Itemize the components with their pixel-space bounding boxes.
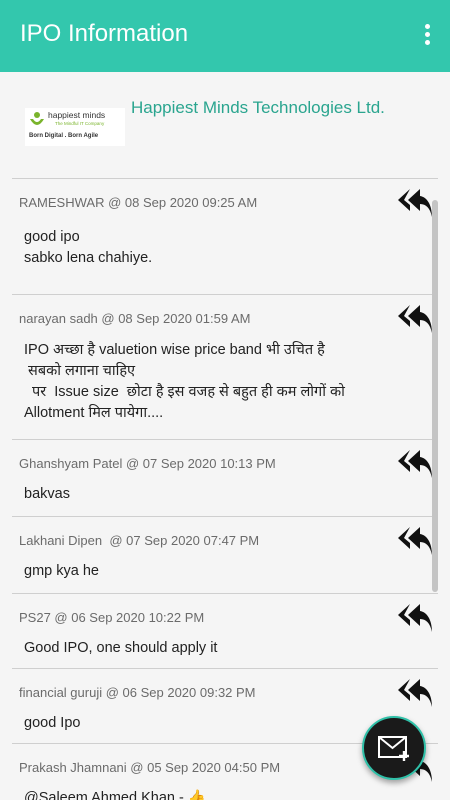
comment-body: Good IPO, one should apply it <box>24 640 218 656</box>
comment-body: IPO अच्छा है valuetion wise price band भ… <box>24 342 345 421</box>
comment-item: PS27 @ 06 Sep 2020 10:22 PM Good IPO, on… <box>12 593 438 668</box>
comment-meta: Ghanshyam Patel @ 07 Sep 2020 10:13 PM <box>19 456 276 471</box>
comment-body: @Saleem Ahmed Khan - 👍 <box>24 790 206 800</box>
comment-body: good Ipo <box>24 715 81 731</box>
reply-icon[interactable] <box>398 677 432 709</box>
comment-meta: PS27 @ 06 Sep 2020 10:22 PM <box>19 610 205 625</box>
comment-meta: financial guruji @ 06 Sep 2020 09:32 PM <box>19 685 256 700</box>
comment-item: RAMESHWAR @ 08 Sep 2020 09:25 AM good ip… <box>12 178 438 294</box>
reply-icon[interactable] <box>398 303 432 335</box>
comment-item: Lakhani Dipen @ 07 Sep 2020 07:47 PM gmp… <box>12 516 438 593</box>
logo-tagline: The Mindful IT Company <box>55 121 105 126</box>
page-title: IPO Information <box>20 20 189 47</box>
app-bar: IPO Information <box>0 0 450 72</box>
company-name: Happiest Minds Technologies Ltd. <box>131 98 385 117</box>
company-logo: happiest minds The Mindful IT Company Bo… <box>25 108 125 146</box>
comment-meta: narayan sadh @ 08 Sep 2020 01:59 AM <box>19 311 251 326</box>
logo-mark-icon <box>30 112 44 125</box>
reply-icon[interactable] <box>398 525 432 557</box>
comment-meta: RAMESHWAR @ 08 Sep 2020 09:25 AM <box>19 195 258 210</box>
reply-icon[interactable] <box>398 187 432 219</box>
comment-item: Ghanshyam Patel @ 07 Sep 2020 10:13 PM b… <box>12 439 438 516</box>
comment-body: gmp kya he <box>24 563 99 579</box>
comment-meta: Prakash Jhamnani @ 05 Sep 2020 04:50 PM <box>19 760 281 775</box>
compose-mail-button[interactable] <box>362 716 426 780</box>
comment-body: good ipo sabko lena chahiye. <box>24 229 153 266</box>
comment-item: narayan sadh @ 08 Sep 2020 01:59 AM IPO … <box>12 294 438 439</box>
scrollbar[interactable] <box>432 200 438 592</box>
compose-mail-icon <box>378 736 409 761</box>
comment-body: bakvas <box>24 486 70 502</box>
comment-meta: Lakhani Dipen @ 07 Sep 2020 07:47 PM <box>19 533 260 548</box>
reply-icon[interactable] <box>398 602 432 634</box>
logo-slogan: Born Digital . Born Agile <box>29 133 99 139</box>
reply-icon[interactable] <box>398 448 432 480</box>
logo-text: happiest minds <box>48 110 106 120</box>
company-header: happiest minds The Mindful IT Company Bo… <box>0 72 450 170</box>
more-vert-icon[interactable] <box>422 24 432 48</box>
